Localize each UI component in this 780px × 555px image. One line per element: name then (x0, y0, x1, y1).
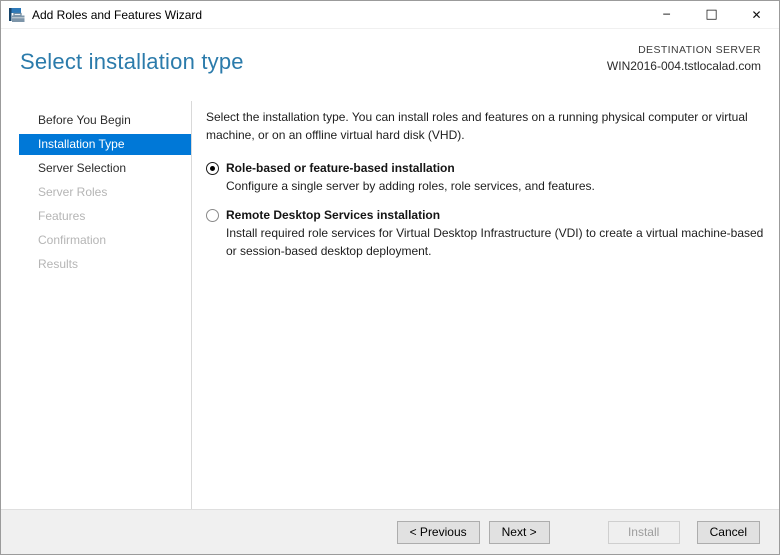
option-remote-desktop-description: Install required role services for Virtu… (226, 224, 779, 260)
wizard-footer: < Previous Next > Install Cancel (1, 509, 779, 554)
wizard-steps-sidebar: Before You Begin Installation Type Serve… (1, 101, 192, 509)
sidebar-item-results: Results (19, 252, 191, 276)
destination-block: DESTINATION SERVER WIN2016-004.tstlocala… (607, 44, 761, 73)
option-role-based-description: Configure a single server by adding role… (226, 177, 779, 195)
sidebar-item-server-selection[interactable]: Server Selection (19, 156, 191, 180)
window-title: Add Roles and Features Wizard (32, 8, 202, 22)
option-remote-desktop-label[interactable]: Remote Desktop Services installation (226, 208, 440, 222)
page-intro-text: Select the installation type. You can in… (206, 108, 772, 144)
install-button: Install (608, 521, 680, 544)
option-role-based-label[interactable]: Role-based or feature-based installation (226, 161, 455, 175)
previous-button[interactable]: < Previous (397, 521, 480, 544)
wizard-header: Select installation type DESTINATION SER… (1, 29, 779, 101)
sidebar-item-server-roles: Server Roles (19, 180, 191, 204)
option-remote-desktop-head[interactable]: Remote Desktop Services installation (206, 208, 779, 222)
page-title: Select installation type (20, 49, 244, 75)
sidebar-item-before-you-begin[interactable]: Before You Begin (19, 108, 191, 132)
titlebar: Add Roles and Features Wizard ─ □ ✕ (1, 1, 779, 29)
sidebar-item-features: Features (19, 204, 191, 228)
radio-role-based-icon[interactable] (206, 162, 219, 175)
radio-remote-desktop-icon[interactable] (206, 209, 219, 222)
destination-server-name: WIN2016-004.tstlocalad.com (607, 59, 761, 73)
server-manager-icon (9, 7, 25, 23)
wizard-body: Before You Begin Installation Type Serve… (1, 101, 779, 509)
next-button[interactable]: Next > (489, 521, 550, 544)
option-role-based: Role-based or feature-based installation… (206, 161, 779, 195)
option-role-based-head[interactable]: Role-based or feature-based installation (206, 161, 779, 175)
wizard-window: Add Roles and Features Wizard ─ □ ✕ Sele… (0, 0, 780, 555)
sidebar-item-confirmation: Confirmation (19, 228, 191, 252)
cancel-button[interactable]: Cancel (697, 521, 760, 544)
option-remote-desktop: Remote Desktop Services installation Ins… (206, 208, 779, 260)
minimize-icon[interactable]: ─ (644, 1, 689, 29)
maximize-icon[interactable]: □ (689, 1, 734, 29)
wizard-page-content: Select the installation type. You can in… (192, 101, 779, 509)
close-icon[interactable]: ✕ (734, 1, 779, 29)
destination-server-label: DESTINATION SERVER (607, 44, 761, 56)
sidebar-item-installation-type[interactable]: Installation Type (19, 134, 191, 155)
